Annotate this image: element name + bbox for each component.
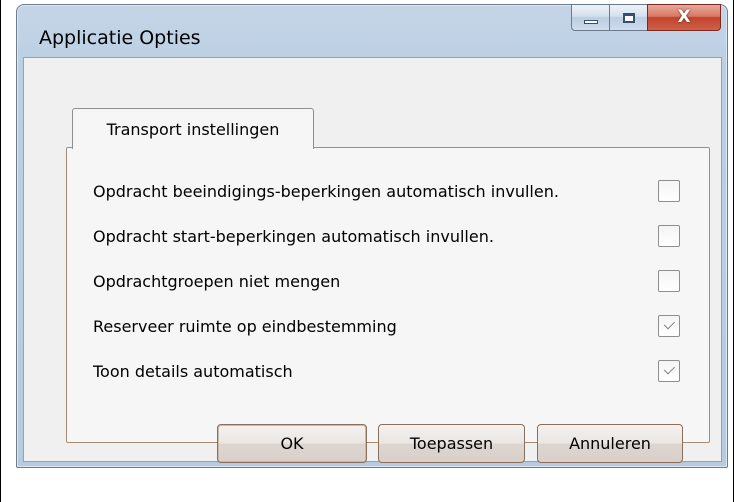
options-dialog: Applicatie Opties X Transport instelling…: [16, 4, 728, 468]
minimize-icon: [583, 19, 598, 24]
apply-button[interactable]: Toepassen: [378, 424, 525, 463]
screen-edge-left: [0, 0, 1, 502]
minimize-button[interactable]: [571, 4, 609, 31]
option-checkbox[interactable]: [658, 225, 680, 247]
close-icon: X: [677, 7, 691, 27]
maximize-button[interactable]: [609, 4, 647, 31]
dialog-client-area: Transport instellingen Opdracht beeindig…: [23, 57, 722, 462]
option-label: Opdracht beeindigings-beperkingen automa…: [93, 181, 559, 201]
checkmark-icon: [663, 318, 676, 330]
tab-transport-instellingen[interactable]: Transport instellingen: [72, 108, 314, 149]
option-checkbox[interactable]: [658, 315, 680, 337]
option-checkbox[interactable]: [658, 360, 680, 382]
option-label: Reserveer ruimte op eindbestemming: [93, 316, 397, 336]
option-row: Opdrachtgroepen niet mengen: [93, 266, 340, 296]
ok-button[interactable]: OK: [217, 424, 367, 463]
option-label: Opdracht start-beperkingen automatisch i…: [93, 226, 494, 246]
option-checkbox[interactable]: [658, 270, 680, 292]
option-row: Opdracht beeindigings-beperkingen automa…: [93, 176, 559, 206]
option-row: Toon details automatisch: [93, 356, 293, 386]
window-title: Applicatie Opties: [39, 27, 201, 49]
close-button[interactable]: X: [647, 4, 721, 31]
tab-label: Transport instellingen: [106, 119, 280, 139]
caption-buttons: X: [571, 4, 721, 32]
option-row: Reserveer ruimte op eindbestemming: [93, 311, 397, 341]
checkmark-icon: [663, 363, 676, 375]
option-label: Opdrachtgroepen niet mengen: [93, 271, 341, 291]
cancel-button[interactable]: Annuleren: [537, 424, 683, 463]
option-label: Toon details automatisch: [93, 361, 293, 381]
option-row: Opdracht start-beperkingen automatisch i…: [93, 221, 494, 251]
maximize-icon: [622, 12, 635, 23]
option-checkbox[interactable]: [658, 180, 680, 202]
